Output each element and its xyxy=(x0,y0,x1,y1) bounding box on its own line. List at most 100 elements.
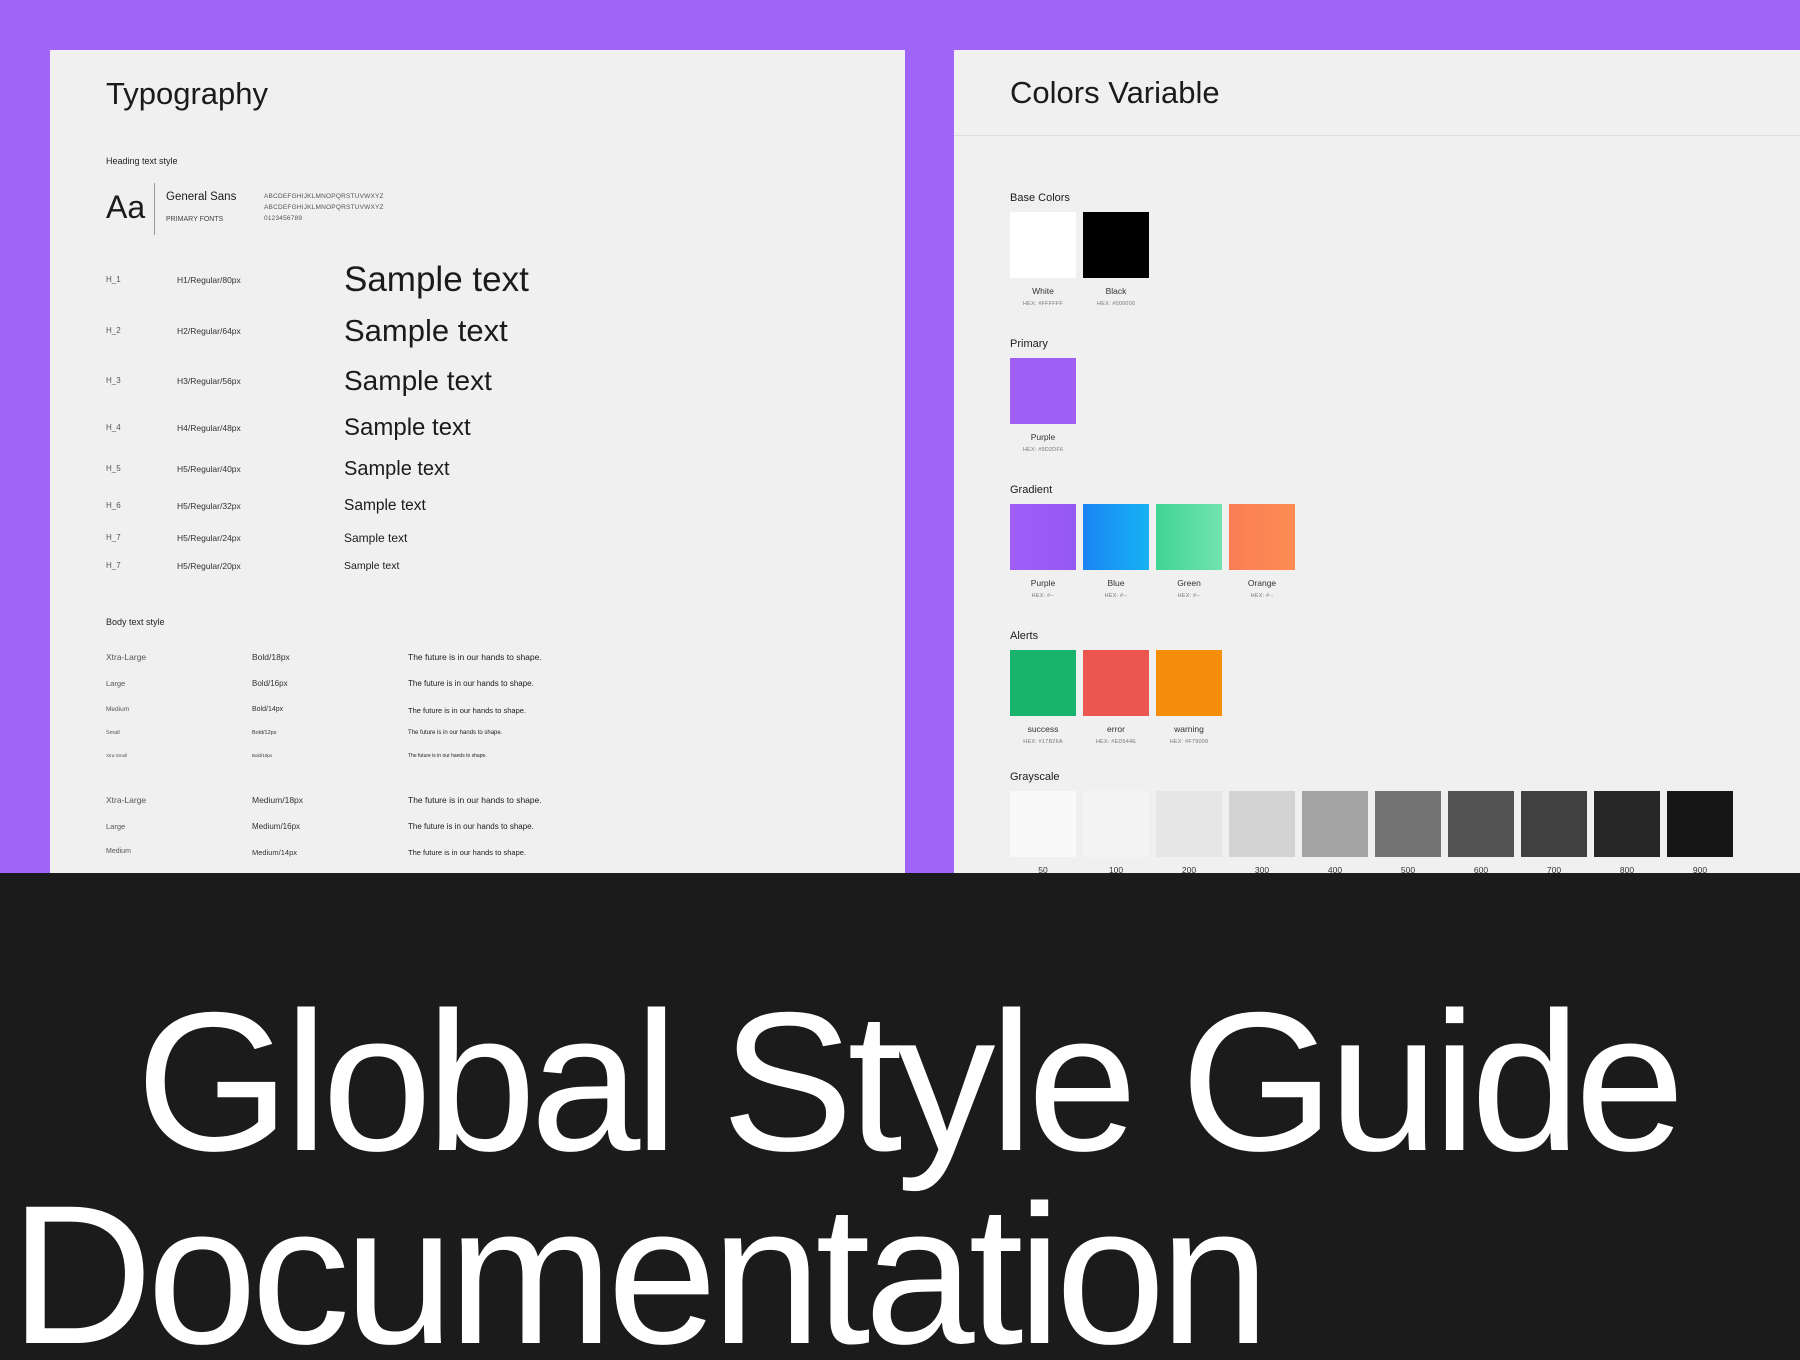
heading-sample: Sample text xyxy=(344,560,400,572)
swatch-hex: HEX: #-- xyxy=(1031,593,1055,599)
gradient-swatch-orange[interactable] xyxy=(1229,504,1295,570)
swatch-name: Black xyxy=(1105,286,1127,296)
base-swatch-black[interactable] xyxy=(1083,212,1149,278)
heading-spec: H2/Regular/64px xyxy=(177,326,241,336)
heading-row: H_2 H2/Regular/64px Sample text xyxy=(106,315,806,355)
swatch-name: 200 xyxy=(1181,865,1197,873)
heading-id: H_6 xyxy=(106,501,121,510)
body-spec: Medium/14px xyxy=(252,848,298,857)
heading-row: H_1 H1/Regular/80px Sample text xyxy=(106,262,806,302)
headline-line-1: Global Style Guide xyxy=(136,971,1685,1192)
swatch-name: Purple xyxy=(1030,578,1056,588)
heading-id: H_5 xyxy=(106,464,121,473)
heading-id: H_1 xyxy=(106,275,121,284)
gradient-label: Gradient xyxy=(1010,484,1053,496)
swatch-hex: HEX: #-- xyxy=(1177,593,1201,599)
typography-title: Typography xyxy=(106,76,268,111)
swatch-hex: HEX: #9D2DF6 xyxy=(1022,447,1064,453)
heading-spec: H4/Regular/48px xyxy=(177,423,241,433)
heading-spec: H3/Regular/56px xyxy=(177,376,241,386)
body-sample: The future is in our hands to shape. xyxy=(408,848,526,857)
alphabet-upper: ABCDEFGHIJKLMNOPQRSTUVWXYZ xyxy=(264,193,384,200)
swatch-hex: HEX: #000000 xyxy=(1096,301,1136,307)
body-sample: The future is in our hands to shape. xyxy=(408,795,542,805)
font-role: PRIMARY FONTS xyxy=(166,216,224,223)
alphabet-lower: ABCDEFGHIJKLMNOPQRSTUVWXYZ xyxy=(264,204,384,211)
heading-id: H_4 xyxy=(106,423,121,432)
alerts-swatch-success[interactable] xyxy=(1010,650,1076,716)
gradient-swatch-green[interactable] xyxy=(1156,504,1222,570)
grayscale-swatch-500[interactable] xyxy=(1375,791,1441,857)
swatch-name: error xyxy=(1107,724,1125,734)
heading-sample: Sample text xyxy=(344,365,492,396)
grayscale-swatch-700[interactable] xyxy=(1521,791,1587,857)
swatch-name: 100 xyxy=(1108,865,1124,873)
gradient-swatch-blue[interactable] xyxy=(1083,504,1149,570)
title-divider xyxy=(954,135,1800,136)
body-size: Large xyxy=(106,822,126,831)
specimen-divider xyxy=(154,183,155,235)
body-sample: The future is in our hands to shape. xyxy=(408,706,526,715)
font-specimen: Aa xyxy=(106,189,146,225)
body-size: Large xyxy=(106,679,126,688)
grayscale-swatch-300[interactable] xyxy=(1229,791,1295,857)
swatch-hex: HEX: #17B26A xyxy=(1023,739,1063,745)
gradient-swatch-purple[interactable] xyxy=(1010,504,1076,570)
alerts-swatch-warning[interactable] xyxy=(1156,650,1222,716)
colors-panel: Colors Variable Base Colors White HEX: #FF… xyxy=(954,50,1800,873)
swatch-name: 900 xyxy=(1692,865,1708,873)
grayscale-swatch-900[interactable] xyxy=(1667,791,1733,857)
grayscale-swatch-400[interactable] xyxy=(1302,791,1368,857)
swatch-name: Orange xyxy=(1247,578,1277,588)
grayscale-swatch-100[interactable] xyxy=(1083,791,1149,857)
grayscale-swatch-50[interactable] xyxy=(1010,791,1076,857)
body-size: Small xyxy=(106,730,120,736)
swatch-name: 500 xyxy=(1400,865,1416,873)
heading-sample: Sample text xyxy=(344,531,408,545)
heading-id: H_2 xyxy=(106,326,121,335)
swatch-name: success xyxy=(1027,724,1059,734)
heading-section-label: Heading text style xyxy=(106,156,178,166)
heading-spec: H5/Regular/40px xyxy=(177,464,241,474)
swatch-hex: HEX: #ED544E xyxy=(1095,739,1137,745)
body-spec: Bold/18px xyxy=(252,652,290,662)
colors-title: Colors Variable xyxy=(1010,75,1220,110)
base-label: Base Colors xyxy=(1010,192,1070,204)
body-spec: Bold/16px xyxy=(252,679,288,688)
swatch-name: Blue xyxy=(1107,578,1125,588)
body-size: Xtra-Large xyxy=(106,795,147,805)
swatch-name: 700 xyxy=(1546,865,1562,873)
heading-spec: H5/Regular/32px xyxy=(177,501,241,511)
body-sample: The future is in our hands to shape. xyxy=(408,679,534,688)
heading-sample: Sample text xyxy=(344,497,426,514)
heading-row: H_3 H3/Regular/56px Sample text xyxy=(106,367,806,407)
heading-sample: Sample text xyxy=(344,414,471,441)
heading-id: H_7 xyxy=(106,561,121,570)
grayscale-label: Grayscale xyxy=(1010,771,1060,783)
body-spec: Bold/10px xyxy=(252,753,273,758)
body-size: Medium xyxy=(106,848,131,855)
typography-panel: Typography Heading text style Aa General… xyxy=(50,50,905,873)
swatch-name: 800 xyxy=(1619,865,1635,873)
swatch-hex: HEX: #-- xyxy=(1250,593,1274,599)
base-swatch-white[interactable] xyxy=(1010,212,1076,278)
body-sample: The future is in our hands to shape. xyxy=(408,652,542,662)
grayscale-swatch-600[interactable] xyxy=(1448,791,1514,857)
primary-swatch-purple[interactable] xyxy=(1010,358,1076,424)
body-size: Xtra-Large xyxy=(106,652,147,662)
alerts-swatch-error[interactable] xyxy=(1083,650,1149,716)
heading-sample: Sample text xyxy=(344,458,450,480)
heading-sample: Sample text xyxy=(344,313,508,348)
swatch-name: 600 xyxy=(1473,865,1489,873)
digits: 0123456789 xyxy=(264,215,303,222)
body-size: Medium xyxy=(106,706,130,713)
heading-id: H_7 xyxy=(106,533,121,542)
swatch-name: warning xyxy=(1174,724,1204,734)
swatch-hex: HEX: #FFFFFF xyxy=(1023,301,1063,307)
grayscale-swatch-200[interactable] xyxy=(1156,791,1222,857)
body-spec: Medium/18px xyxy=(252,795,304,805)
grayscale-swatch-800[interactable] xyxy=(1594,791,1660,857)
swatch-name: 400 xyxy=(1327,865,1343,873)
primary-label: Primary xyxy=(1010,338,1048,350)
heading-row: H_5 H5/Regular/40px Sample text xyxy=(106,459,806,499)
